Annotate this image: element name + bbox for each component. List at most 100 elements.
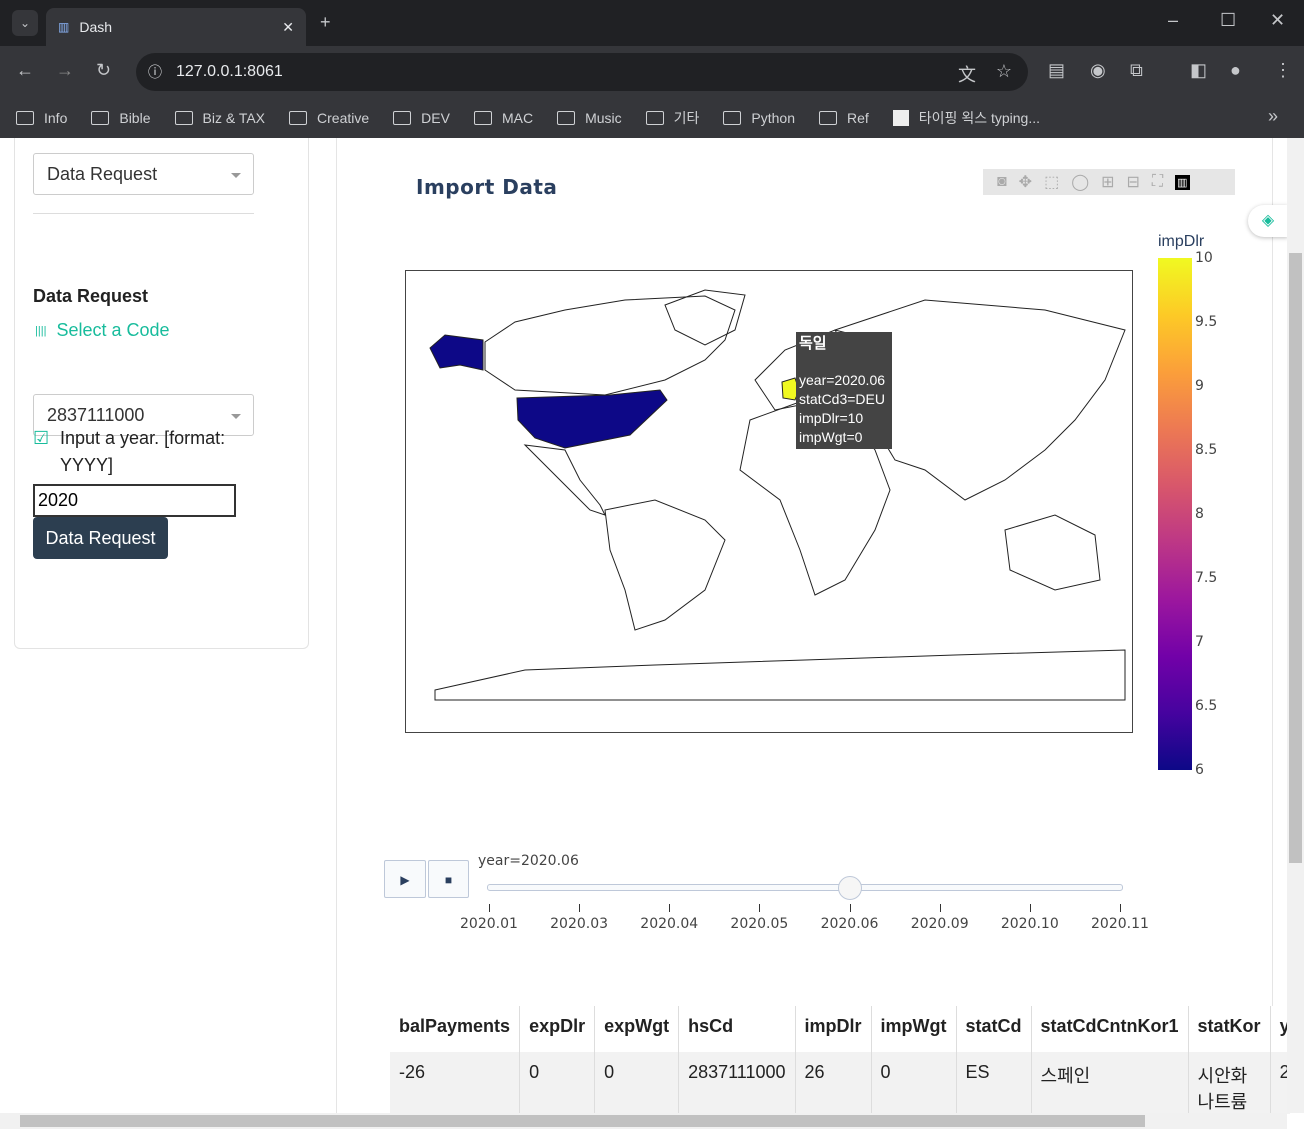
slider-tick-mark xyxy=(849,904,851,912)
folder-icon xyxy=(819,111,837,125)
slider-step-label[interactable]: 2020.05 xyxy=(730,916,788,932)
colorbar-tick-label: 8.5 xyxy=(1195,442,1218,458)
reader-icon[interactable]: ▤ xyxy=(1048,60,1065,81)
bookmark-folder[interactable]: MAC xyxy=(473,110,534,126)
slider-step-label[interactable]: 2020.04 xyxy=(640,916,698,932)
bookmark-folder[interactable]: Bible xyxy=(91,110,151,126)
zoom-in-icon[interactable]: ⊞ xyxy=(1101,172,1114,192)
folder-icon xyxy=(723,111,742,125)
url-text: 127.0.0.1:8061 xyxy=(176,63,283,80)
bookmark-folder[interactable]: 기타 xyxy=(645,108,699,128)
column-header[interactable]: balPayments xyxy=(390,1006,521,1052)
maximize-icon[interactable]: ☐ xyxy=(1220,10,1236,31)
new-tab-icon[interactable]: + xyxy=(320,12,331,33)
label-text: Select a Code xyxy=(56,320,170,340)
table-cell: 0 xyxy=(594,1052,680,1114)
modebar: ◙ ✥ ⬚ ◯ ⊞ ⊟ ⛶ ▥ xyxy=(983,169,1235,195)
lasso-icon[interactable]: ◯ xyxy=(1071,172,1089,192)
bookmark-label: DEV xyxy=(421,110,450,126)
zoom-out-icon[interactable]: ⊟ xyxy=(1127,172,1140,192)
slider-step-label[interactable]: 2020.03 xyxy=(550,916,608,932)
tooltip-line: statCd3=DEU xyxy=(799,391,885,407)
section-title: Data Request xyxy=(33,286,149,306)
data-request-button[interactable]: Data Request xyxy=(33,517,168,559)
pan-icon[interactable]: ✥ xyxy=(1019,172,1032,192)
vertical-scrollbar[interactable] xyxy=(1287,138,1304,1113)
play-button[interactable]: ▶ xyxy=(384,860,426,898)
colorbar-tick-label: 9.5 xyxy=(1195,314,1218,330)
bookmark-folder[interactable]: Ref xyxy=(819,110,869,126)
tab-search-button[interactable]: ⌄ xyxy=(12,10,38,36)
tab-title: Dash xyxy=(79,19,113,35)
forward-icon[interactable]: → xyxy=(56,60,74,81)
horizontal-scrollbar[interactable] xyxy=(0,1113,1287,1129)
chart-title: Import Data xyxy=(416,175,558,199)
slider-step-label[interactable]: 2020.01 xyxy=(460,916,518,932)
reset-icon[interactable]: ⛶ xyxy=(1152,173,1163,191)
slider-tick-mark xyxy=(1029,904,1031,912)
bookmark-label: Music xyxy=(585,110,622,126)
table-cell: 스페인 xyxy=(1031,1052,1189,1114)
minimize-icon[interactable]: – xyxy=(1168,10,1178,31)
table-row: -26002837111000260ES스페인시안화 나트륨20 xyxy=(390,1052,1290,1114)
address-bar[interactable]: ⓘ 127.0.0.1:8061 ⽂ ☆ xyxy=(136,53,1028,91)
column-header[interactable]: expDlr xyxy=(519,1006,596,1052)
slider-step-label[interactable]: 2020.09 xyxy=(911,916,969,932)
bookmark-folder[interactable]: Python xyxy=(723,110,795,126)
bookmark-folder[interactable]: DEV xyxy=(393,110,450,126)
bookmark-folder[interactable]: Biz & TAX xyxy=(174,110,265,126)
bookmark-star-icon[interactable]: ☆ xyxy=(996,61,1012,82)
close-window-icon[interactable]: ✕ xyxy=(1270,10,1285,31)
bookmark-folder[interactable]: Info xyxy=(16,110,67,126)
slider-step-label[interactable]: 2020.10 xyxy=(1001,916,1059,932)
more-bookmarks-icon[interactable]: » xyxy=(1268,106,1278,127)
plotly-logo-icon[interactable]: ▥ xyxy=(1175,174,1190,190)
camera-icon[interactable]: ◙ xyxy=(997,173,1007,191)
profile-icon[interactable]: ● xyxy=(1230,60,1241,81)
hover-tooltip: 독일 year=2020.06 statCd3=DEU impDlr=10 im… xyxy=(796,332,892,449)
site-info-icon[interactable]: ⓘ xyxy=(148,62,162,82)
column-header[interactable]: statCdCntnKor1 xyxy=(1031,1006,1189,1052)
box-select-icon[interactable]: ⬚ xyxy=(1044,172,1059,192)
slider-handle[interactable] xyxy=(837,876,862,900)
tab-dash[interactable]: ▥ Dash ✕ xyxy=(46,8,306,46)
extension-icon[interactable]: ◉ xyxy=(1090,60,1106,81)
world-map[interactable] xyxy=(405,270,1133,733)
bookmark-label: Ref xyxy=(847,110,869,126)
colorbar-tick-label: 10 xyxy=(1195,250,1213,266)
colorbar-tick-label: 8 xyxy=(1195,506,1204,522)
slider-tick-mark xyxy=(579,904,581,912)
year-input[interactable] xyxy=(33,484,236,517)
bookmark-label: Info xyxy=(44,110,68,126)
close-tab-icon[interactable]: ✕ xyxy=(282,19,294,36)
column-header[interactable]: impDlr xyxy=(795,1006,872,1052)
column-header[interactable]: impWgt xyxy=(871,1006,957,1052)
column-header[interactable]: hsCd xyxy=(678,1006,796,1052)
extensions-puzzle-icon[interactable]: ⧉ xyxy=(1130,60,1143,81)
slider-step-label[interactable]: 2020.11 xyxy=(1091,916,1149,932)
barcode-icon: |||| xyxy=(35,324,47,337)
bookmark-label: MAC xyxy=(501,110,534,126)
column-header[interactable]: expWgt xyxy=(594,1006,680,1052)
slider-current-label: year=2020.06 xyxy=(478,853,579,869)
top-dropdown[interactable]: Data Request xyxy=(33,153,254,195)
stop-button[interactable]: ■ xyxy=(428,860,469,898)
slider-track[interactable] xyxy=(487,884,1123,891)
side-panel-icon[interactable]: ◧ xyxy=(1190,60,1207,81)
folder-icon xyxy=(289,111,308,125)
column-header[interactable]: statKor xyxy=(1188,1006,1271,1052)
slider-tick-mark xyxy=(669,904,671,912)
bookmark-folder[interactable]: Creative xyxy=(289,110,369,126)
extension-float-icon[interactable]: ◈ xyxy=(1248,205,1288,237)
back-icon[interactable]: ← xyxy=(16,60,34,81)
column-header[interactable]: statCd xyxy=(956,1006,1032,1052)
reload-icon[interactable]: ↻ xyxy=(96,60,111,81)
translate-icon[interactable]: ⽂ xyxy=(958,61,976,87)
divider xyxy=(33,213,254,214)
table-cell: 시안화 나트륨 xyxy=(1188,1052,1271,1114)
tooltip-line: impWgt=0 xyxy=(799,429,863,445)
bookmark-item[interactable]: 타이핑 왹스 typing... xyxy=(892,108,1040,128)
bookmark-folder[interactable]: Music xyxy=(557,110,622,126)
menu-icon[interactable]: ⋮ xyxy=(1274,60,1292,81)
slider-step-label[interactable]: 2020.06 xyxy=(821,916,879,932)
